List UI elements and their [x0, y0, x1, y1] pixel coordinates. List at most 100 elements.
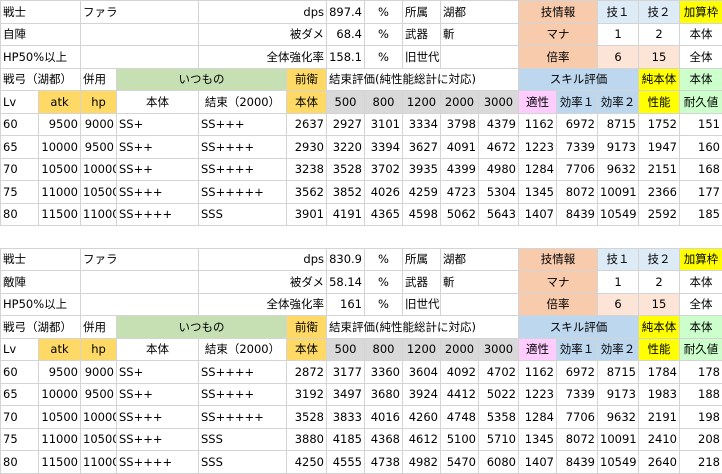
data-cell[interactable]: 160 — [679, 135, 722, 159]
data-cell[interactable]: 8072 — [556, 427, 598, 451]
data-cell[interactable]: 2592 — [638, 202, 680, 226]
data-cell[interactable]: 10000 — [38, 382, 81, 406]
data-cell[interactable]: 9173 — [597, 382, 639, 406]
info-label[interactable]: HP50%以上 — [0, 292, 81, 316]
data-cell[interactable]: 4092 — [440, 360, 479, 384]
data-cell[interactable]: 4026 — [364, 180, 403, 204]
column-header[interactable]: 耐久値 — [679, 90, 722, 114]
info-attr-label[interactable]: 所属 — [402, 0, 441, 24]
data-cell[interactable]: 65 — [0, 135, 39, 159]
data-cell[interactable]: 60 — [0, 360, 39, 384]
data-cell[interactable]: 75 — [0, 180, 39, 204]
info-stat-label[interactable]: dps — [198, 247, 327, 271]
data-cell[interactable]: SS+++ — [198, 112, 287, 136]
data-cell[interactable]: 1223 — [518, 135, 557, 159]
data-cell[interactable]: 5022 — [478, 382, 519, 406]
skill-info-label[interactable]: 技情報 — [518, 247, 598, 271]
info-unit[interactable]: % — [364, 292, 403, 316]
data-cell[interactable]: 11000 — [38, 427, 81, 451]
info-stat-label[interactable]: 被ダメ — [198, 270, 327, 294]
skill2-value[interactable]: 15 — [638, 45, 680, 69]
column-header[interactable]: 効率２ — [597, 90, 639, 114]
data-cell[interactable]: 9500 — [80, 135, 117, 159]
data-cell[interactable]: 4412 — [440, 382, 479, 406]
info-attr-value[interactable] — [440, 45, 519, 69]
data-cell[interactable]: 9173 — [597, 135, 639, 159]
data-cell[interactable]: 4748 — [440, 405, 479, 429]
group-pure-body[interactable]: 純本体 — [638, 315, 680, 339]
skill-info-label[interactable]: 技情報 — [518, 0, 598, 24]
info-name[interactable]: ファラ — [80, 0, 199, 24]
group-combined[interactable]: 併用 — [80, 67, 117, 91]
info-name[interactable]: ファラ — [80, 247, 199, 271]
data-cell[interactable]: 5100 — [440, 427, 479, 451]
add-slot-value[interactable]: 加算枠 — [679, 0, 722, 24]
add-slot-value[interactable]: 加算枠 — [679, 247, 722, 271]
column-header[interactable]: 効率１ — [556, 337, 598, 361]
data-cell[interactable]: 3238 — [286, 157, 327, 181]
group-front[interactable]: 前衛 — [286, 315, 327, 339]
data-cell[interactable]: 8072 — [556, 180, 598, 204]
info-stat-value[interactable]: 158.1 — [326, 45, 365, 69]
data-cell[interactable]: 2640 — [638, 450, 680, 474]
info-unit[interactable]: % — [364, 270, 403, 294]
data-cell[interactable]: 1784 — [638, 360, 680, 384]
data-cell[interactable]: 1983 — [638, 382, 680, 406]
data-cell[interactable]: 4723 — [440, 180, 479, 204]
skill2-value[interactable]: 2 — [638, 22, 680, 46]
data-cell[interactable]: 3798 — [440, 112, 479, 136]
data-cell[interactable]: 80 — [0, 450, 39, 474]
data-cell[interactable]: 1752 — [638, 112, 680, 136]
info-name[interactable] — [80, 22, 199, 46]
data-cell[interactable]: 1947 — [638, 135, 680, 159]
info-attr-label[interactable]: 所属 — [402, 247, 441, 271]
data-cell[interactable]: 4259 — [402, 180, 441, 204]
data-cell[interactable]: SS++ — [116, 135, 199, 159]
data-cell[interactable]: 80 — [0, 202, 39, 226]
data-cell[interactable]: 10500 — [80, 427, 117, 451]
add-slot-value[interactable]: 全体 — [679, 292, 722, 316]
data-cell[interactable]: 2191 — [638, 405, 680, 429]
data-cell[interactable]: 3852 — [326, 180, 365, 204]
data-cell[interactable]: 4185 — [326, 427, 365, 451]
data-cell[interactable]: 4091 — [440, 135, 479, 159]
data-cell[interactable]: 4702 — [478, 360, 519, 384]
data-cell[interactable]: 11000 — [80, 202, 117, 226]
data-cell[interactable]: 218 — [679, 450, 722, 474]
data-cell[interactable]: 10000 — [38, 135, 81, 159]
data-cell[interactable]: 188 — [679, 382, 722, 406]
data-cell[interactable]: SS++ — [116, 157, 199, 181]
data-cell[interactable]: 5358 — [478, 405, 519, 429]
info-stat-label[interactable]: 全体強化率 — [198, 45, 327, 69]
data-cell[interactable]: 151 — [679, 112, 722, 136]
column-header[interactable]: 500 — [326, 90, 365, 114]
data-cell[interactable]: 3901 — [286, 202, 327, 226]
info-stat-value[interactable]: 161 — [326, 292, 365, 316]
group-skill-eval[interactable]: スキル評価 — [518, 315, 639, 339]
info-label[interactable]: 戦士 — [0, 247, 81, 271]
data-cell[interactable]: 2151 — [638, 157, 680, 181]
data-cell[interactable]: 3394 — [364, 135, 403, 159]
data-cell[interactable]: 4379 — [478, 112, 519, 136]
data-cell[interactable]: 3101 — [364, 112, 403, 136]
data-cell[interactable]: 178 — [679, 360, 722, 384]
data-cell[interactable]: 2927 — [326, 112, 365, 136]
add-slot-value[interactable]: 本体 — [679, 22, 722, 46]
info-attr-value[interactable]: 斬 — [440, 270, 519, 294]
group-weapon[interactable]: 戦弓（湖都） — [0, 315, 81, 339]
data-cell[interactable]: SS++++ — [198, 157, 287, 181]
info-stat-value[interactable]: 897.4 — [326, 0, 365, 24]
data-cell[interactable]: 70 — [0, 405, 39, 429]
column-header[interactable]: 2000 — [440, 337, 479, 361]
info-unit[interactable]: % — [364, 247, 403, 271]
data-cell[interactable]: 1407 — [518, 202, 557, 226]
data-cell[interactable]: 6080 — [478, 450, 519, 474]
info-stat-value[interactable]: 58.14 — [326, 270, 365, 294]
data-cell[interactable]: 1162 — [518, 360, 557, 384]
data-cell[interactable]: 7706 — [556, 405, 598, 429]
column-header[interactable]: 適性 — [518, 90, 557, 114]
data-cell[interactable]: 4365 — [364, 202, 403, 226]
blank-cell[interactable] — [0, 225, 722, 249]
info-label[interactable]: 戦士 — [0, 0, 81, 24]
info-unit[interactable]: % — [364, 0, 403, 24]
